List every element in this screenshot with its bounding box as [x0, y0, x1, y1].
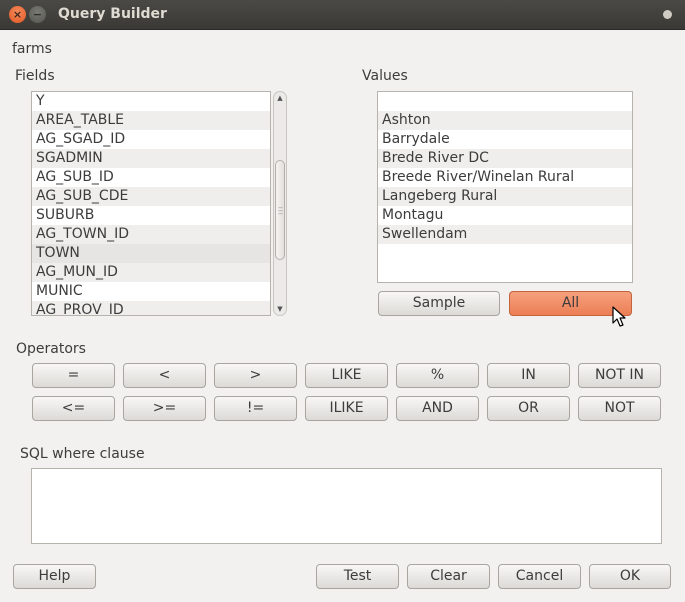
field-item[interactable]: TOWN — [32, 244, 270, 263]
operator-less-than-button[interactable]: < — [123, 363, 206, 388]
field-item[interactable]: AG_SUB_ID — [32, 168, 270, 187]
operator-percent-button[interactable]: % — [396, 363, 479, 388]
operator-less-equal-button[interactable]: <= — [32, 396, 115, 421]
field-item[interactable]: AREA_TABLE — [32, 111, 270, 130]
fields-list[interactable]: Y AREA_TABLE AG_SGAD_ID SGADMIN AG_SUB_ID AG_… — [31, 91, 271, 316]
operator-not-button[interactable]: NOT — [578, 396, 661, 421]
value-item[interactable]: Langeberg Rural — [378, 187, 632, 206]
operator-ilike-button[interactable]: ILIKE — [305, 396, 388, 421]
clear-button[interactable]: Clear — [407, 564, 490, 589]
field-item[interactable]: AG_PROV_ID — [32, 301, 270, 315]
operator-greater-equal-button[interactable]: >= — [123, 396, 206, 421]
value-item[interactable]: Ashton — [378, 111, 632, 130]
operator-greater-than-button[interactable]: > — [214, 363, 297, 388]
fields-label: Fields — [15, 68, 55, 84]
field-item[interactable]: AG_TOWN_ID — [32, 225, 270, 244]
window-title: Query Builder — [58, 6, 167, 22]
field-item[interactable]: AG_MUN_ID — [32, 263, 270, 282]
close-icon[interactable]: × — [9, 6, 26, 23]
scroll-down-icon[interactable]: ▼ — [274, 305, 286, 313]
value-item[interactable]: Barrydale — [378, 130, 632, 149]
operators-label: Operators — [16, 341, 86, 357]
values-list[interactable]: Ashton Barrydale Brede River DC Breede Rive… — [377, 91, 633, 283]
fields-scrollbar[interactable]: ▲ ‒ ‒ ‒ ▼ — [273, 91, 287, 316]
value-item[interactable]: Breede River/Winelan Rural — [378, 168, 632, 187]
help-button[interactable]: Help — [13, 564, 96, 589]
ok-button[interactable]: OK — [589, 564, 671, 589]
title-bar: × − Query Builder — [0, 0, 685, 30]
test-button[interactable]: Test — [316, 564, 399, 589]
layer-name: farms — [12, 41, 52, 57]
scroll-thumb[interactable]: ‒ ‒ ‒ — [275, 160, 285, 260]
field-item[interactable]: SUBURB — [32, 206, 270, 225]
operator-and-button[interactable]: AND — [396, 396, 479, 421]
sql-label: SQL where clause — [20, 446, 145, 462]
values-label: Values — [362, 68, 408, 84]
mouse-cursor-icon — [612, 306, 626, 327]
operator-in-button[interactable]: IN — [487, 363, 570, 388]
field-item[interactable]: MUNIC — [32, 282, 270, 301]
field-item[interactable]: SGADMIN — [32, 149, 270, 168]
sample-button[interactable]: Sample — [378, 291, 500, 316]
field-item[interactable]: AG_SUB_CDE — [32, 187, 270, 206]
operator-not-equal-button[interactable]: != — [214, 396, 297, 421]
value-item[interactable]: Swellendam — [378, 225, 632, 244]
operator-equals-button[interactable]: = — [32, 363, 115, 388]
operator-or-button[interactable]: OR — [487, 396, 570, 421]
field-item[interactable]: AG_SGAD_ID — [32, 130, 270, 149]
value-item[interactable]: Brede River DC — [378, 149, 632, 168]
scroll-up-icon[interactable]: ▲ — [274, 94, 286, 102]
operator-not-in-button[interactable]: NOT IN — [578, 363, 661, 388]
value-item[interactable]: Montagu — [378, 206, 632, 225]
value-item[interactable] — [378, 92, 632, 111]
cancel-button[interactable]: Cancel — [498, 564, 581, 589]
field-item[interactable]: Y — [32, 92, 270, 111]
operator-like-button[interactable]: LIKE — [305, 363, 388, 388]
window-menu-icon[interactable] — [663, 10, 672, 19]
sql-where-textarea[interactable] — [31, 468, 662, 544]
minimize-icon[interactable]: − — [29, 6, 46, 23]
